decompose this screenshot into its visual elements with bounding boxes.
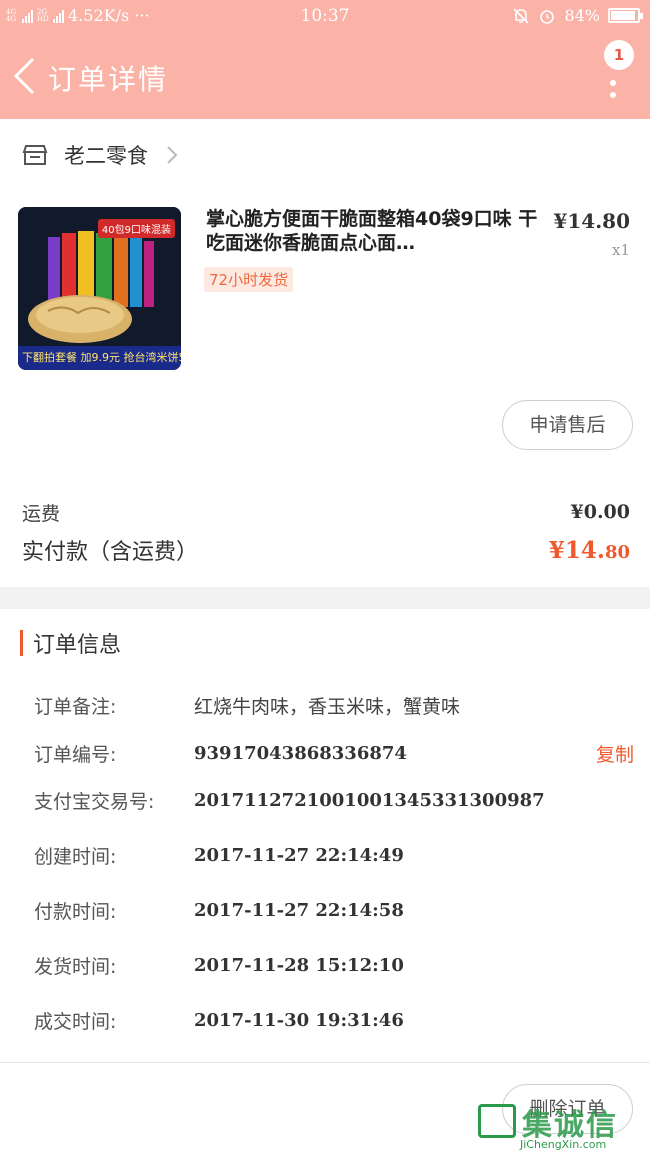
product-quantity: x1	[611, 241, 630, 259]
back-arrow-icon[interactable]	[10, 56, 38, 96]
product-item[interactable]: 40包9口味混装 下翻拍套餐 加9.9元 抢台湾米饼500g 掌心脆方便面干脆面…	[0, 191, 650, 391]
after-sale-button[interactable]: 申请售后	[502, 400, 633, 450]
info-value: 2017-11-27 22:14:58	[194, 899, 404, 921]
total-paid-main: ¥14.	[548, 536, 605, 564]
shipping-fee-label: 运费	[22, 502, 61, 525]
status-right: 84%	[512, 6, 643, 25]
bottom-divider	[0, 1062, 650, 1063]
created-time-row: 创建时间: 2017-11-27 22:14:49	[34, 840, 634, 870]
info-label: 付款时间:	[34, 900, 117, 923]
more-dot	[610, 92, 616, 98]
more-dot	[610, 80, 616, 86]
total-paid-value: ¥14.80	[549, 537, 630, 564]
watermark: 集诚信 JiChengXin.com	[476, 1100, 646, 1155]
heading-accent-bar	[20, 630, 23, 656]
thumb-tag: 40包9口味混装	[97, 219, 175, 238]
total-paid-row: 实付款（含运费） ¥14.80	[22, 532, 630, 568]
shipping-badge: 72小时发货	[204, 267, 294, 292]
shop-row[interactable]: 老二零食	[0, 119, 650, 191]
copy-button[interactable]: 复制	[596, 740, 634, 767]
info-label: 创建时间:	[34, 845, 117, 868]
status-bar: 4G 4G 2G HD 4.52K/s ··· 10:37 84%	[0, 0, 650, 34]
info-value: 2017-11-28 15:12:10	[194, 954, 404, 976]
mute-bell-icon	[513, 7, 530, 24]
shipping-fee-row: 运费 ¥0.00	[22, 498, 630, 526]
order-info-title: 订单信息	[33, 633, 122, 658]
info-label: 订单备注:	[34, 695, 117, 718]
page-title: 订单详情	[48, 63, 169, 96]
order-note-row: 订单备注: 红烧牛肉味，香玉米味，蟹黄味	[34, 690, 634, 720]
shipped-time-row: 发货时间: 2017-11-28 15:12:10	[34, 950, 634, 980]
product-title[interactable]: 掌心脆方便面干脆面整箱40袋9口味 干吃面迷你香脆面点心面…	[206, 207, 541, 255]
info-value: 2017-11-30 19:31:46	[194, 1009, 404, 1031]
info-value: 2017112721001001345331300987	[194, 789, 545, 811]
completed-time-row: 成交时间: 2017-11-30 19:31:46	[34, 1005, 634, 1035]
info-label: 支付宝交易号:	[34, 790, 155, 813]
notification-badge[interactable]: 1	[604, 40, 634, 70]
thumb-ribbon: 下翻拍套餐 加9.9元 抢台湾米饼500g	[18, 346, 181, 370]
alarm-icon	[540, 9, 555, 24]
info-label: 订单编号:	[34, 743, 117, 766]
order-number-row: 订单编号: 93917043868336874 复制	[34, 738, 634, 768]
watermark-en: JiChengXin.com	[520, 1138, 607, 1151]
nav-bar: 订单详情 1	[0, 34, 650, 119]
info-label: 发货时间:	[34, 955, 117, 978]
shop-name: 老二零食	[64, 144, 148, 168]
total-paid-label: 实付款（含运费）	[22, 540, 199, 565]
store-icon	[22, 145, 48, 165]
shipping-fee-value: ¥0.00	[570, 501, 631, 523]
info-label: 成交时间:	[34, 1010, 117, 1033]
chevron-right-icon	[167, 146, 178, 164]
watermark-logo-icon	[478, 1104, 516, 1138]
info-value: 93917043868336874	[194, 742, 407, 764]
product-price: ¥14.80	[553, 209, 630, 233]
paid-time-row: 付款时间: 2017-11-27 22:14:58	[34, 895, 634, 925]
product-thumbnail[interactable]: 40包9口味混装 下翻拍套餐 加9.9元 抢台湾米饼500g	[18, 207, 181, 370]
battery-percent: 84%	[564, 6, 600, 25]
total-paid-cents: 80	[604, 541, 630, 563]
section-divider	[0, 587, 650, 609]
battery-icon	[608, 8, 643, 23]
alipay-trade-row: 支付宝交易号: 2017112721001001345331300987	[34, 785, 634, 815]
order-info-heading: 订单信息	[20, 628, 121, 658]
info-value: 2017-11-27 22:14:49	[194, 844, 404, 866]
info-value: 红烧牛肉味，香玉米味，蟹黄味	[194, 695, 461, 718]
